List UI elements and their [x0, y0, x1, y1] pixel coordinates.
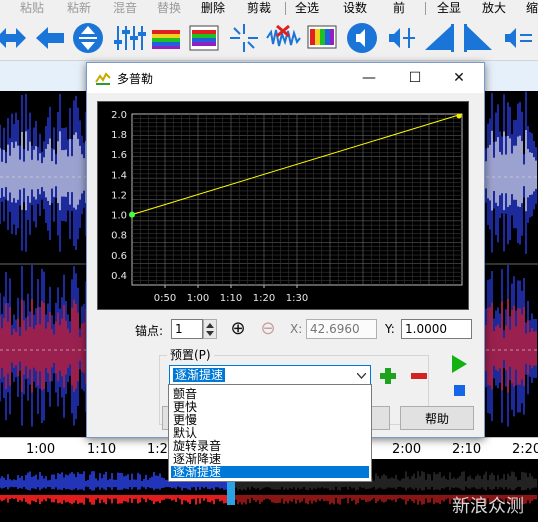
paste-button[interactable]: 粘贴: [20, 0, 44, 16]
y-tick-label: 1.2: [111, 190, 127, 201]
cancel-button[interactable]: [370, 406, 390, 430]
close-button[interactable]: ✕: [436, 63, 482, 93]
y-tick-label: 2.0: [111, 110, 127, 121]
arrows-icon[interactable]: [0, 20, 28, 56]
doppler-dialog: 多普勒 — ☐ ✕ 2.0 1.8 1.6 1.4 1.2 1.0 0.8 0.6 0.4 0:…: [86, 62, 485, 438]
help-button[interactable]: 帮助: [400, 406, 474, 430]
minus-icon: [411, 373, 427, 379]
stop-icon: [454, 385, 465, 396]
plus-icon: [380, 368, 396, 384]
previous-button[interactable]: 前: [393, 0, 405, 16]
preset-selected-value: 逐渐提速: [173, 368, 226, 382]
toolbar-separator: [285, 2, 286, 15]
trim-button[interactable]: 剪裁: [247, 0, 271, 16]
spin-up-icon[interactable]: [206, 322, 214, 328]
x-tick-label: 1:30: [286, 293, 308, 304]
speaker-mid-icon[interactable]: [383, 20, 419, 56]
toolbar-separator: [425, 2, 426, 15]
x-tick-label: 1:00: [187, 293, 209, 304]
y-tick-label: 1.6: [111, 150, 127, 161]
fade-out-icon[interactable]: [460, 20, 496, 56]
toolbar-text-row: 粘贴 粘新 混音 替换 删除 剪裁 全选 设数 前 全显 放大 缩: [0, 0, 538, 18]
maximize-button[interactable]: ☐: [392, 63, 438, 93]
arrow-left-icon[interactable]: [32, 20, 68, 56]
x-tick-label: 1:20: [253, 293, 275, 304]
x-input[interactable]: 42.6960: [306, 319, 377, 339]
paste-new-button[interactable]: 粘新: [67, 0, 91, 16]
preset-option-selected[interactable]: 逐渐提速: [171, 466, 369, 478]
timeline-label: 2:10: [452, 442, 482, 457]
preset-option[interactable]: 更慢: [171, 414, 369, 426]
equalizer-icon[interactable]: [110, 20, 146, 56]
spin-down-icon[interactable]: [206, 331, 214, 337]
replace-button[interactable]: 替换: [157, 0, 181, 16]
speaker-eq-icon[interactable]: [499, 20, 535, 56]
chevron-down-icon[interactable]: [357, 373, 366, 379]
wave-cut-icon[interactable]: [265, 20, 301, 56]
y-tick-label: 0.6: [111, 251, 127, 262]
expand-vertical-icon[interactable]: [70, 20, 106, 56]
add-point-icon[interactable]: ⊕: [227, 318, 249, 340]
zoom-out-button[interactable]: 缩: [526, 0, 538, 16]
preset-option[interactable]: 默认: [171, 427, 369, 439]
timeline-label: 1:00: [26, 442, 56, 457]
watermark: 新浪众测: [452, 496, 524, 517]
x-label: X:: [290, 322, 303, 336]
dialog-title: 多普勒: [117, 72, 154, 86]
select-all-button[interactable]: 全选: [295, 0, 319, 16]
speaker-icon[interactable]: [344, 20, 380, 56]
dialog-titlebar[interactable]: 多普勒 — ☐ ✕: [87, 63, 484, 93]
toolbar-icon-row: [0, 17, 538, 60]
curve-anchor-point[interactable]: [456, 113, 462, 119]
mix-button[interactable]: 混音: [113, 0, 137, 16]
fade-in-icon[interactable]: [421, 20, 457, 56]
timeline-label: 1:10: [87, 442, 117, 457]
y-tick-label: 1.4: [111, 170, 127, 181]
preset-option[interactable]: 逐渐降速: [171, 453, 369, 465]
play-icon: [452, 355, 467, 373]
doppler-curve-graph[interactable]: 2.0 1.8 1.6 1.4 1.2 1.0 0.8 0.6 0.4 0:50 1:00 1:10…: [97, 101, 469, 310]
preset-select[interactable]: 逐渐提速: [169, 365, 371, 386]
preset-option[interactable]: 颤音: [171, 388, 369, 400]
doppler-app-icon: [95, 72, 111, 85]
set-values-button[interactable]: 设数: [343, 0, 367, 16]
delete-button[interactable]: 删除: [201, 0, 225, 16]
x-tick-label: 1:10: [220, 293, 242, 304]
y-tick-label: 0.4: [111, 271, 127, 282]
y-label: Y:: [385, 322, 395, 336]
preset-label: 预置(P): [167, 346, 214, 363]
delete-preset-button[interactable]: [408, 365, 430, 387]
timeline-label: 2:00: [392, 442, 422, 457]
preset-option[interactable]: 更快: [171, 401, 369, 413]
spectrum-grid-icon[interactable]: [186, 20, 222, 56]
play-button[interactable]: [447, 353, 471, 375]
y-input[interactable]: 1.0000: [401, 319, 472, 339]
y-tick-label: 1.0: [111, 211, 127, 222]
color-bar-icon[interactable]: [304, 20, 340, 56]
y-tick-label: 1.8: [111, 130, 127, 141]
anchor-input[interactable]: 1: [171, 319, 203, 339]
stop-button[interactable]: [447, 379, 471, 401]
add-preset-button[interactable]: [377, 365, 399, 387]
sparkle-icon[interactable]: [226, 20, 262, 56]
anchor-spinner[interactable]: [203, 319, 217, 339]
y-tick-label: 0.8: [111, 231, 127, 242]
zoom-in-button[interactable]: 放大: [482, 0, 506, 16]
spectrum-icon[interactable]: [148, 20, 184, 56]
minimize-button[interactable]: —: [346, 63, 392, 93]
remove-point-icon[interactable]: ⊖: [257, 318, 279, 340]
x-tick-label: 0:50: [154, 293, 176, 304]
show-all-button[interactable]: 全显: [437, 0, 461, 16]
preset-dropdown-list[interactable]: 颤音 更快 更慢 默认 旋转录音 逐渐降速 逐渐提速: [168, 384, 372, 482]
preset-option[interactable]: 旋转录音: [171, 440, 369, 452]
anchor-label: 锚点:: [135, 324, 164, 338]
timeline-label: 2:20: [512, 442, 538, 457]
curve-anchor-point[interactable]: [129, 211, 135, 218]
